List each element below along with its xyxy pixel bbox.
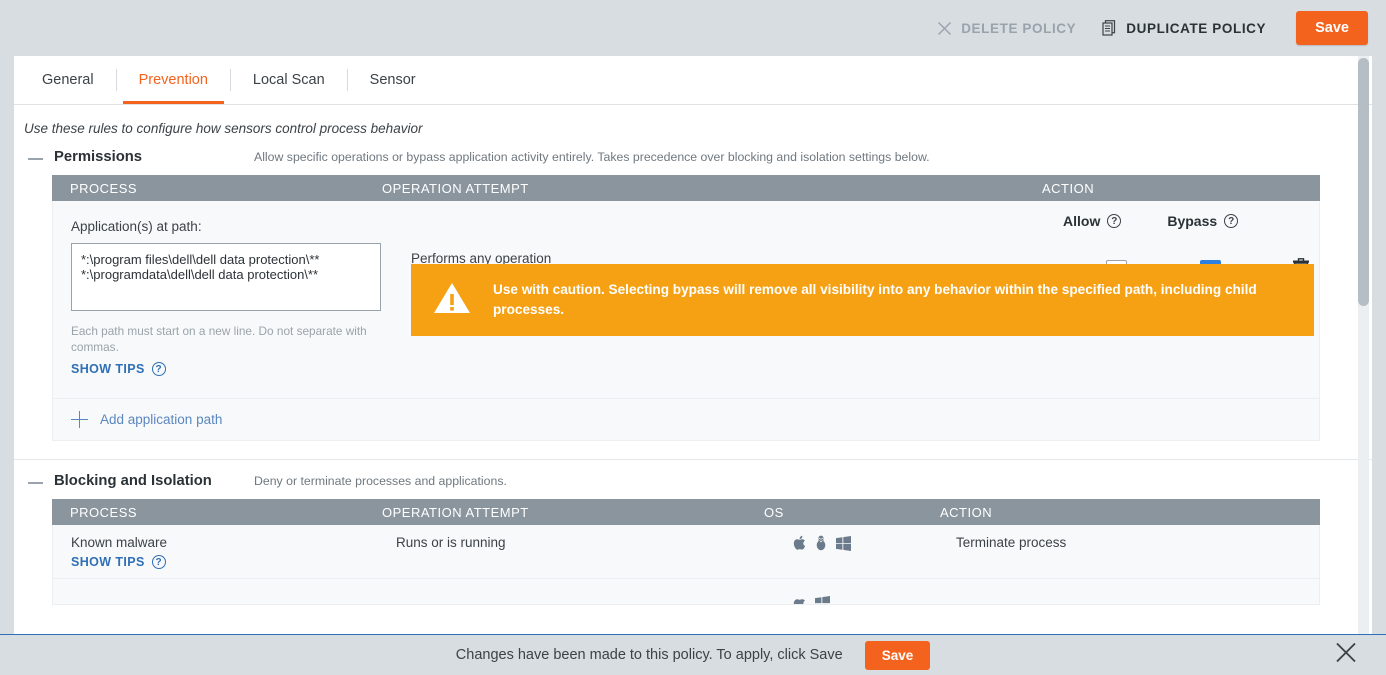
collapse-minus-icon[interactable] (22, 482, 48, 484)
tab-bar: General Prevention Local Scan Sensor (14, 56, 1372, 105)
tab-prevention-label: Prevention (138, 72, 208, 88)
warning-message: Use with caution. Selecting bypass will … (493, 282, 1257, 317)
add-application-path-row[interactable]: Add application path (52, 399, 1320, 441)
top-action-bar: DELETE POLICY DUPLICATE POLICY Save (0, 0, 1386, 56)
permissions-row: Application(s) at path: Each path must s… (52, 201, 1320, 399)
tab-local-scan-label: Local Scan (252, 72, 325, 88)
duplicate-copy-icon (1102, 20, 1117, 36)
col-process: PROCESS (70, 180, 138, 196)
permissions-table: PROCESS OPERATION ATTEMPT ACTION Applica… (52, 175, 1320, 441)
allow-header: Allow ? (1063, 213, 1122, 229)
help-question-icon[interactable]: ? (151, 555, 166, 569)
os-icon-group (793, 595, 830, 605)
col-os: OS (764, 504, 784, 520)
os-icon-group (793, 535, 851, 556)
allow-label: Allow (1063, 213, 1101, 229)
permissions-description: Allow specific operations or bypass appl… (254, 150, 930, 164)
vertical-scrollbar-thumb[interactable] (1358, 58, 1369, 306)
blocking-title: Blocking and Isolation (54, 473, 212, 489)
application-path-label: Application(s) at path: (71, 219, 202, 234)
tab-prevention[interactable]: Prevention (117, 56, 230, 104)
windows-icon (836, 535, 851, 556)
paths-hint-text: Each path must start on a new line. Do n… (71, 324, 367, 354)
collapse-minus-icon[interactable] (22, 158, 48, 160)
application-path-cell: Application(s) at path: Each path must s… (71, 219, 401, 376)
warning-triangle-icon (433, 281, 471, 320)
application-paths-input[interactable] (71, 243, 381, 311)
notification-message: Changes have been made to this policy. T… (455, 647, 843, 663)
policy-prevention-screen: DELETE POLICY DUPLICATE POLICY Save Gene… (0, 0, 1386, 675)
blocking-action-text: Terminate process (956, 535, 1067, 550)
tab-sensor-label: Sensor (369, 72, 416, 88)
content-panel: General Prevention Local Scan Sensor Use… (14, 56, 1372, 634)
notification-save-button[interactable]: Save (864, 640, 931, 670)
blocking-description: Deny or terminate processes and applicat… (254, 474, 507, 488)
duplicate-policy-label: DUPLICATE POLICY (1126, 20, 1267, 36)
blocking-operation-attempt: Runs or is running (396, 535, 506, 550)
save-button[interactable]: Save (1296, 11, 1368, 45)
add-application-path-link[interactable]: Add application path (71, 411, 222, 428)
table-row: Known malware SHOW TIPS ? Runs or is run… (52, 525, 1320, 579)
bypass-warning-banner: Use with caution. Selecting bypass will … (411, 264, 1314, 336)
allow-help-icon[interactable]: ? (1107, 214, 1122, 228)
blocking-section-header: Blocking and Isolation Deny or terminate… (14, 460, 1372, 489)
tab-general[interactable]: General (20, 56, 116, 104)
action-column-headers: Allow ? Bypass ? (1063, 213, 1239, 229)
col-process: PROCESS (70, 504, 138, 520)
close-notification-icon[interactable] (1334, 641, 1358, 670)
bypass-header: Bypass ? (1167, 213, 1239, 229)
plus-icon (71, 411, 88, 428)
permissions-section-header: Permissions Allow specific operations or… (14, 136, 1372, 165)
show-tips-link[interactable]: SHOW TIPS ? (71, 555, 166, 569)
table-row-partial (52, 579, 1320, 605)
bypass-help-icon[interactable]: ? (1224, 214, 1239, 228)
delete-policy-label: DELETE POLICY (961, 20, 1077, 36)
permissions-table-header: PROCESS OPERATION ATTEMPT ACTION (52, 175, 1320, 201)
col-action: ACTION (1042, 180, 1095, 196)
close-x-icon (937, 21, 952, 36)
apple-icon (793, 595, 806, 604)
tab-local-scan[interactable]: Local Scan (231, 56, 347, 104)
linux-icon (815, 535, 827, 556)
duplicate-policy-button[interactable]: DUPLICATE POLICY (1102, 20, 1266, 36)
help-question-icon[interactable]: ? (151, 362, 166, 376)
col-operation-attempt: OPERATION ATTEMPT (382, 180, 529, 196)
show-tips-link[interactable]: SHOW TIPS ? (71, 362, 401, 376)
show-tips-label: SHOW TIPS (71, 555, 145, 569)
show-tips-label: SHOW TIPS (71, 362, 145, 376)
bypass-label: Bypass (1167, 213, 1218, 229)
unsaved-changes-bar: Changes have been made to this policy. T… (0, 634, 1386, 675)
blocking-table-header: PROCESS OPERATION ATTEMPT OS ACTION (52, 499, 1320, 525)
add-application-path-label: Add application path (100, 412, 223, 427)
col-action: ACTION (940, 504, 993, 520)
permissions-title: Permissions (54, 149, 143, 165)
tab-general-label: General (42, 72, 94, 88)
windows-icon (815, 595, 830, 605)
blocking-process-name: Known malware (71, 535, 168, 550)
col-operation-attempt: OPERATION ATTEMPT (382, 504, 529, 520)
tab-sensor[interactable]: Sensor (348, 56, 438, 104)
delete-policy-button[interactable]: DELETE POLICY (937, 21, 1076, 36)
page-intro-text: Use these rules to configure how sensors… (24, 121, 423, 136)
blocking-table: PROCESS OPERATION ATTEMPT OS ACTION Know… (52, 499, 1320, 605)
apple-icon (793, 535, 806, 556)
